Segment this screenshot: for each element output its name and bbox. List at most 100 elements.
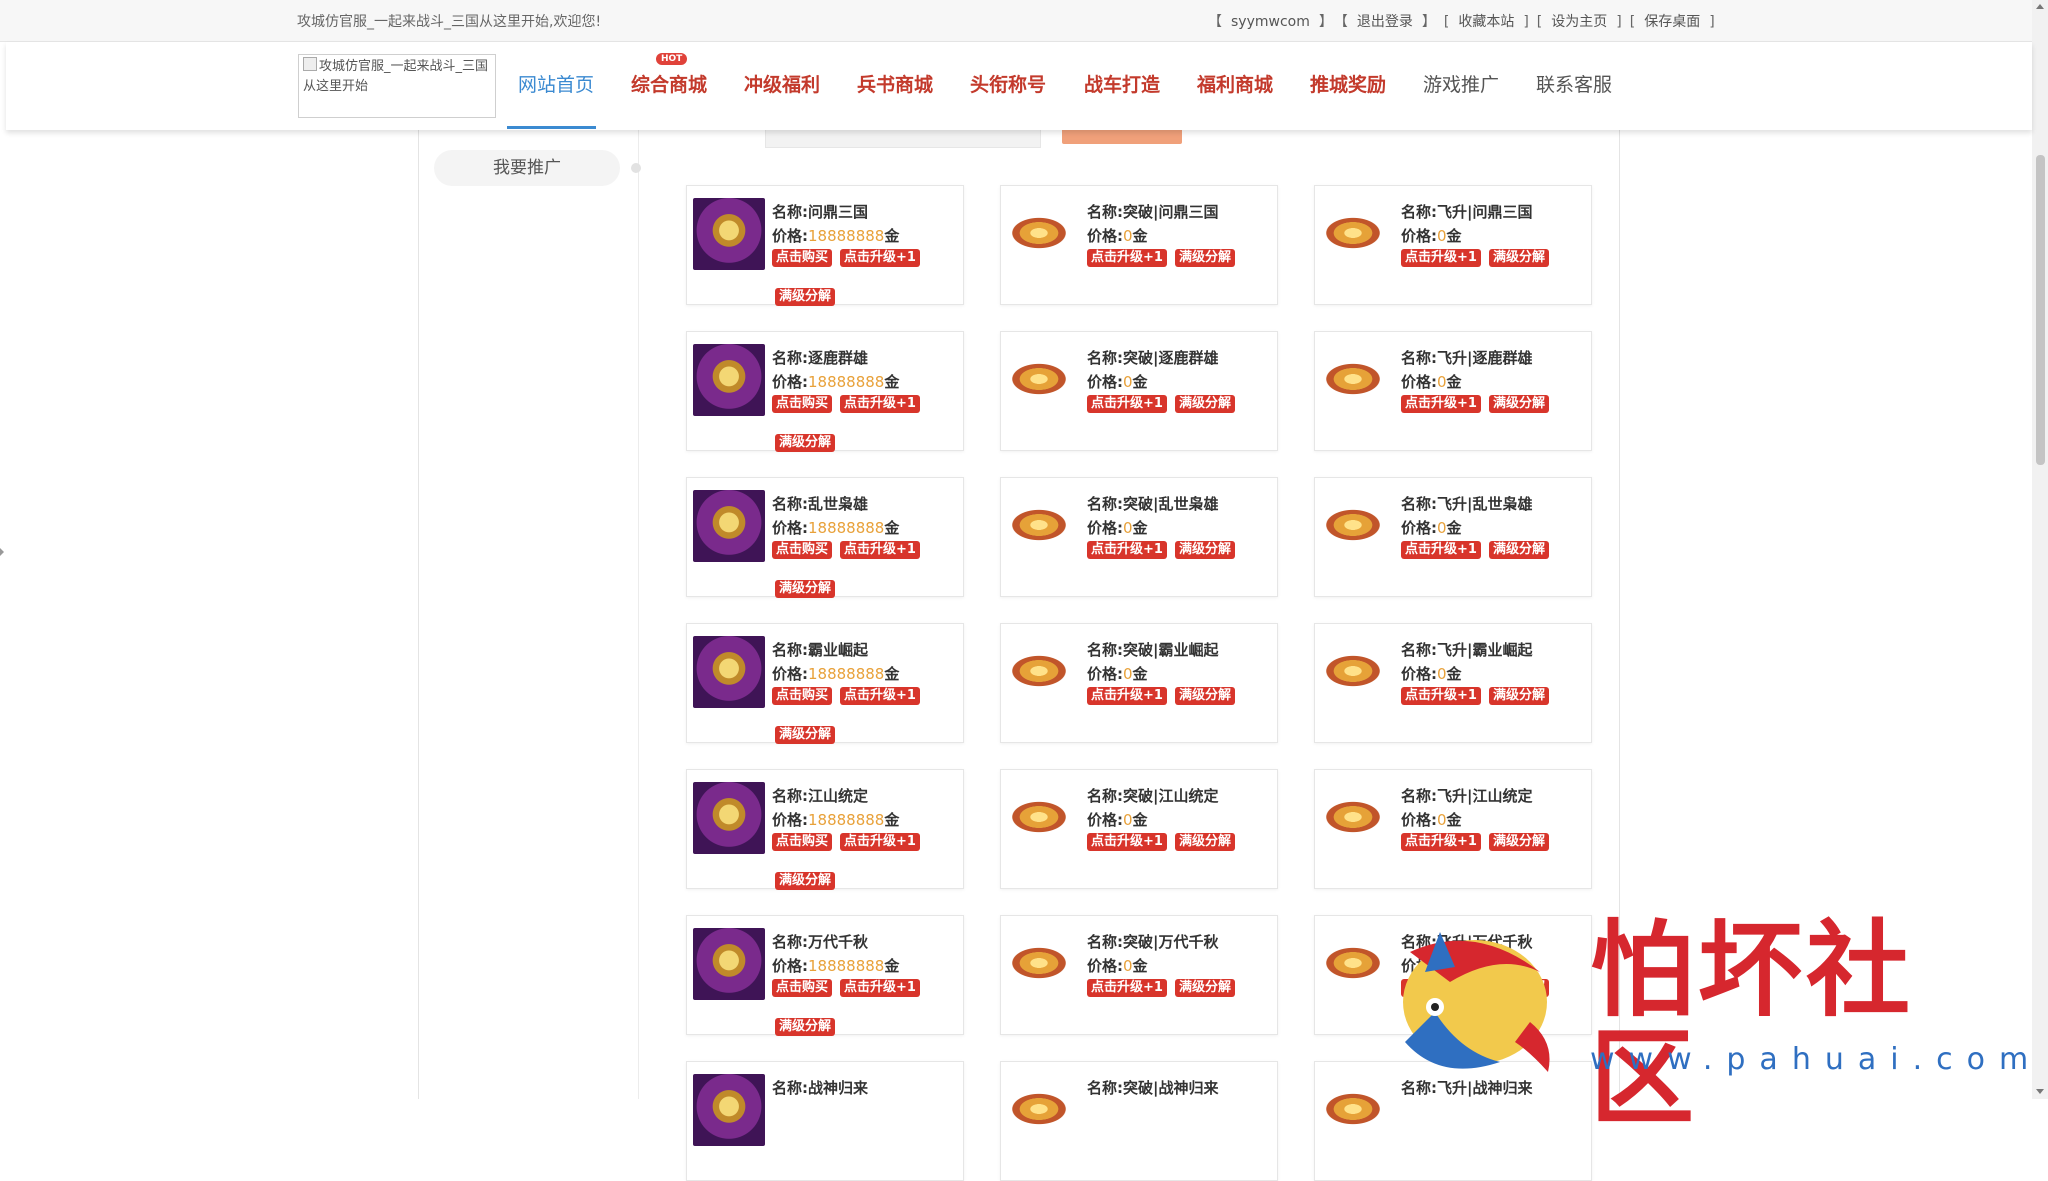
top-link-2[interactable]: 收藏本站 <box>1458 14 1514 30</box>
scrollbar-thumb[interactable] <box>2036 155 2045 465</box>
decompose-button[interactable]: 满级分解 <box>1488 248 1549 267</box>
buy-button[interactable]: 点击购买 <box>772 686 833 705</box>
decompose-button[interactable]: 满级分解 <box>1174 394 1235 413</box>
product-image <box>1009 216 1069 250</box>
decompose-button[interactable]: 满级分解 <box>775 1017 836 1036</box>
product-image <box>1323 946 1383 980</box>
product-name-line: 名称:突破|问鼎三国 <box>1087 200 1243 224</box>
decompose-button[interactable]: 满级分解 <box>1174 540 1235 559</box>
product-card: 名称:飞升|问鼎三国 价格:0金 点击升级+1 满级分解 <box>1314 185 1592 305</box>
product-name-line: 名称:突破|霸业崛起 <box>1087 638 1243 662</box>
scroll-up-arrow-icon[interactable] <box>2036 4 2044 9</box>
top-link-4[interactable]: 保存桌面 <box>1644 14 1700 30</box>
upgrade-button[interactable]: 点击升级+1 <box>840 540 920 559</box>
product-price: 0 <box>1437 811 1447 829</box>
upgrade-button[interactable]: 点击升级+1 <box>840 686 920 705</box>
product-name: 突破|乱世枭雄 <box>1123 495 1219 513</box>
top-bar: 攻城仿官服_一起来战斗_三国从这里开始,欢迎您! 【syymwcom】【退出登录… <box>0 0 2032 42</box>
upgrade-button[interactable]: 点击升级+1 <box>840 832 920 851</box>
product-price: 0 <box>1123 811 1133 829</box>
name-label: 名称: <box>1087 641 1123 659</box>
upgrade-button[interactable]: 点击升级+1 <box>840 248 920 267</box>
nav-item-9[interactable]: 联系客服 <box>1536 70 1612 97</box>
decompose-button[interactable]: 满级分解 <box>1488 394 1549 413</box>
nav-item-3[interactable]: 兵书商城 <box>857 70 933 97</box>
product-name-line: 名称:乱世枭雄 <box>772 492 928 516</box>
product-name-line: 名称:战神归来 <box>772 1076 868 1100</box>
nav-item-8[interactable]: 游戏推广 <box>1423 70 1499 97</box>
decompose-button[interactable]: 满级分解 <box>775 871 836 890</box>
decompose-button[interactable]: 满级分解 <box>775 579 836 598</box>
product-card: 名称:突破|江山统定 价格:0金 点击升级+1 满级分解 <box>1000 769 1278 889</box>
product-name: 问鼎三国 <box>808 203 869 221</box>
bracket: ] <box>1523 14 1529 30</box>
nav-item-6[interactable]: 福利商城 <box>1197 70 1273 97</box>
upgrade-button[interactable]: 点击升级+1 <box>1401 832 1481 851</box>
product-price-line: 价格:0金 <box>1401 516 1557 540</box>
nav-item-4[interactable]: 头衔称号 <box>970 70 1046 97</box>
button-row: 点击购买 点击升级+1 <box>772 394 928 418</box>
decompose-button[interactable]: 满级分解 <box>1174 248 1235 267</box>
decompose-button[interactable]: 满级分解 <box>1488 832 1549 851</box>
product-name-line: 名称:江山统定 <box>772 784 928 808</box>
product-card: 名称:乱世枭雄 价格:18888888金 点击购买 点击升级+1 满级分解 <box>686 477 964 598</box>
promote-button[interactable]: 我要推广 <box>434 150 620 186</box>
decompose-button[interactable]: 满级分解 <box>1174 832 1235 851</box>
top-link-3[interactable]: 设为主页 <box>1551 14 1607 30</box>
product-card: 名称:飞升|霸业崛起 价格:0金 点击升级+1 满级分解 <box>1314 623 1592 743</box>
site-header: 攻城仿官服_一起来战斗_三国从这里开始 HOT 网站首页 综合商城 冲级福利 兵书商城… <box>6 42 2032 130</box>
buy-button[interactable]: 点击购买 <box>772 832 833 851</box>
nav-item-1[interactable]: 综合商城 <box>631 70 707 97</box>
decompose-button[interactable]: 满级分解 <box>1488 686 1549 705</box>
scroll-down-arrow-icon[interactable] <box>2036 1089 2044 1094</box>
upgrade-button[interactable]: 点击升级+1 <box>1087 978 1167 997</box>
site-logo[interactable]: 攻城仿官服_一起来战斗_三国从这里开始 <box>298 54 496 118</box>
product-name-line: 名称:突破|逐鹿群雄 <box>1087 346 1243 370</box>
nav-item-0[interactable]: 网站首页 <box>518 70 594 97</box>
product-info: 名称:突破|战神归来 <box>1087 1076 1218 1100</box>
upgrade-button[interactable]: 点击升级+1 <box>1087 248 1167 267</box>
upgrade-button[interactable]: 点击升级+1 <box>1087 394 1167 413</box>
nav-item-5[interactable]: 战车打造 <box>1084 70 1160 97</box>
currency-label: 金 <box>1446 665 1462 683</box>
buy-button[interactable]: 点击购买 <box>772 248 833 267</box>
button-row: 点击升级+1 满级分解 <box>1087 394 1243 418</box>
decompose-button[interactable]: 满级分解 <box>775 433 836 452</box>
decompose-button[interactable]: 满级分解 <box>775 725 836 744</box>
upgrade-button[interactable]: 点击升级+1 <box>1401 394 1481 413</box>
product-info: 名称:飞升|霸业崛起 价格:0金 点击升级+1 满级分解 <box>1401 638 1557 710</box>
product-info: 名称:乱世枭雄 价格:18888888金 点击购买 点击升级+1 <box>772 492 928 564</box>
currency-label: 金 <box>1132 519 1148 537</box>
buy-button[interactable]: 点击购买 <box>772 540 833 559</box>
upgrade-button[interactable]: 点击升级+1 <box>1401 540 1481 559</box>
collapse-arrow-icon[interactable] <box>0 548 4 556</box>
decompose-button[interactable]: 满级分解 <box>775 287 836 306</box>
top-link-1[interactable]: 退出登录 <box>1357 14 1413 30</box>
currency-label: 金 <box>1132 373 1148 391</box>
upgrade-button[interactable]: 点击升级+1 <box>1087 832 1167 851</box>
product-price-line: 价格:0金 <box>1401 370 1557 394</box>
nav-item-7[interactable]: 推城奖励 <box>1310 70 1386 97</box>
upgrade-button[interactable]: 点击升级+1 <box>1087 686 1167 705</box>
product-image <box>693 490 765 562</box>
upgrade-button[interactable]: 点击升级+1 <box>1087 540 1167 559</box>
price-label: 价格: <box>1401 519 1437 537</box>
decompose-button[interactable]: 满级分解 <box>1488 540 1549 559</box>
name-label: 名称: <box>1087 495 1123 513</box>
buy-button[interactable]: 点击购买 <box>772 978 833 997</box>
product-card: 名称:霸业崛起 价格:18888888金 点击购买 点击升级+1 满级分解 <box>686 623 964 744</box>
buy-button[interactable]: 点击购买 <box>772 394 833 413</box>
top-link-0[interactable]: syymwcom <box>1231 14 1310 30</box>
decompose-button[interactable]: 满级分解 <box>1174 978 1235 997</box>
product-name-line: 名称:飞升|江山统定 <box>1401 784 1557 808</box>
button-row: 点击升级+1 满级分解 <box>1401 248 1557 272</box>
upgrade-button[interactable]: 点击升级+1 <box>1401 686 1481 705</box>
upgrade-button[interactable]: 点击升级+1 <box>840 394 920 413</box>
product-price-line: 价格:0金 <box>1087 516 1243 540</box>
product-info: 名称:江山统定 价格:18888888金 点击购买 点击升级+1 <box>772 784 928 856</box>
upgrade-button[interactable]: 点击升级+1 <box>840 978 920 997</box>
nav-item-2[interactable]: 冲级福利 <box>744 70 820 97</box>
product-image <box>693 636 765 708</box>
decompose-button[interactable]: 满级分解 <box>1174 686 1235 705</box>
upgrade-button[interactable]: 点击升级+1 <box>1401 248 1481 267</box>
